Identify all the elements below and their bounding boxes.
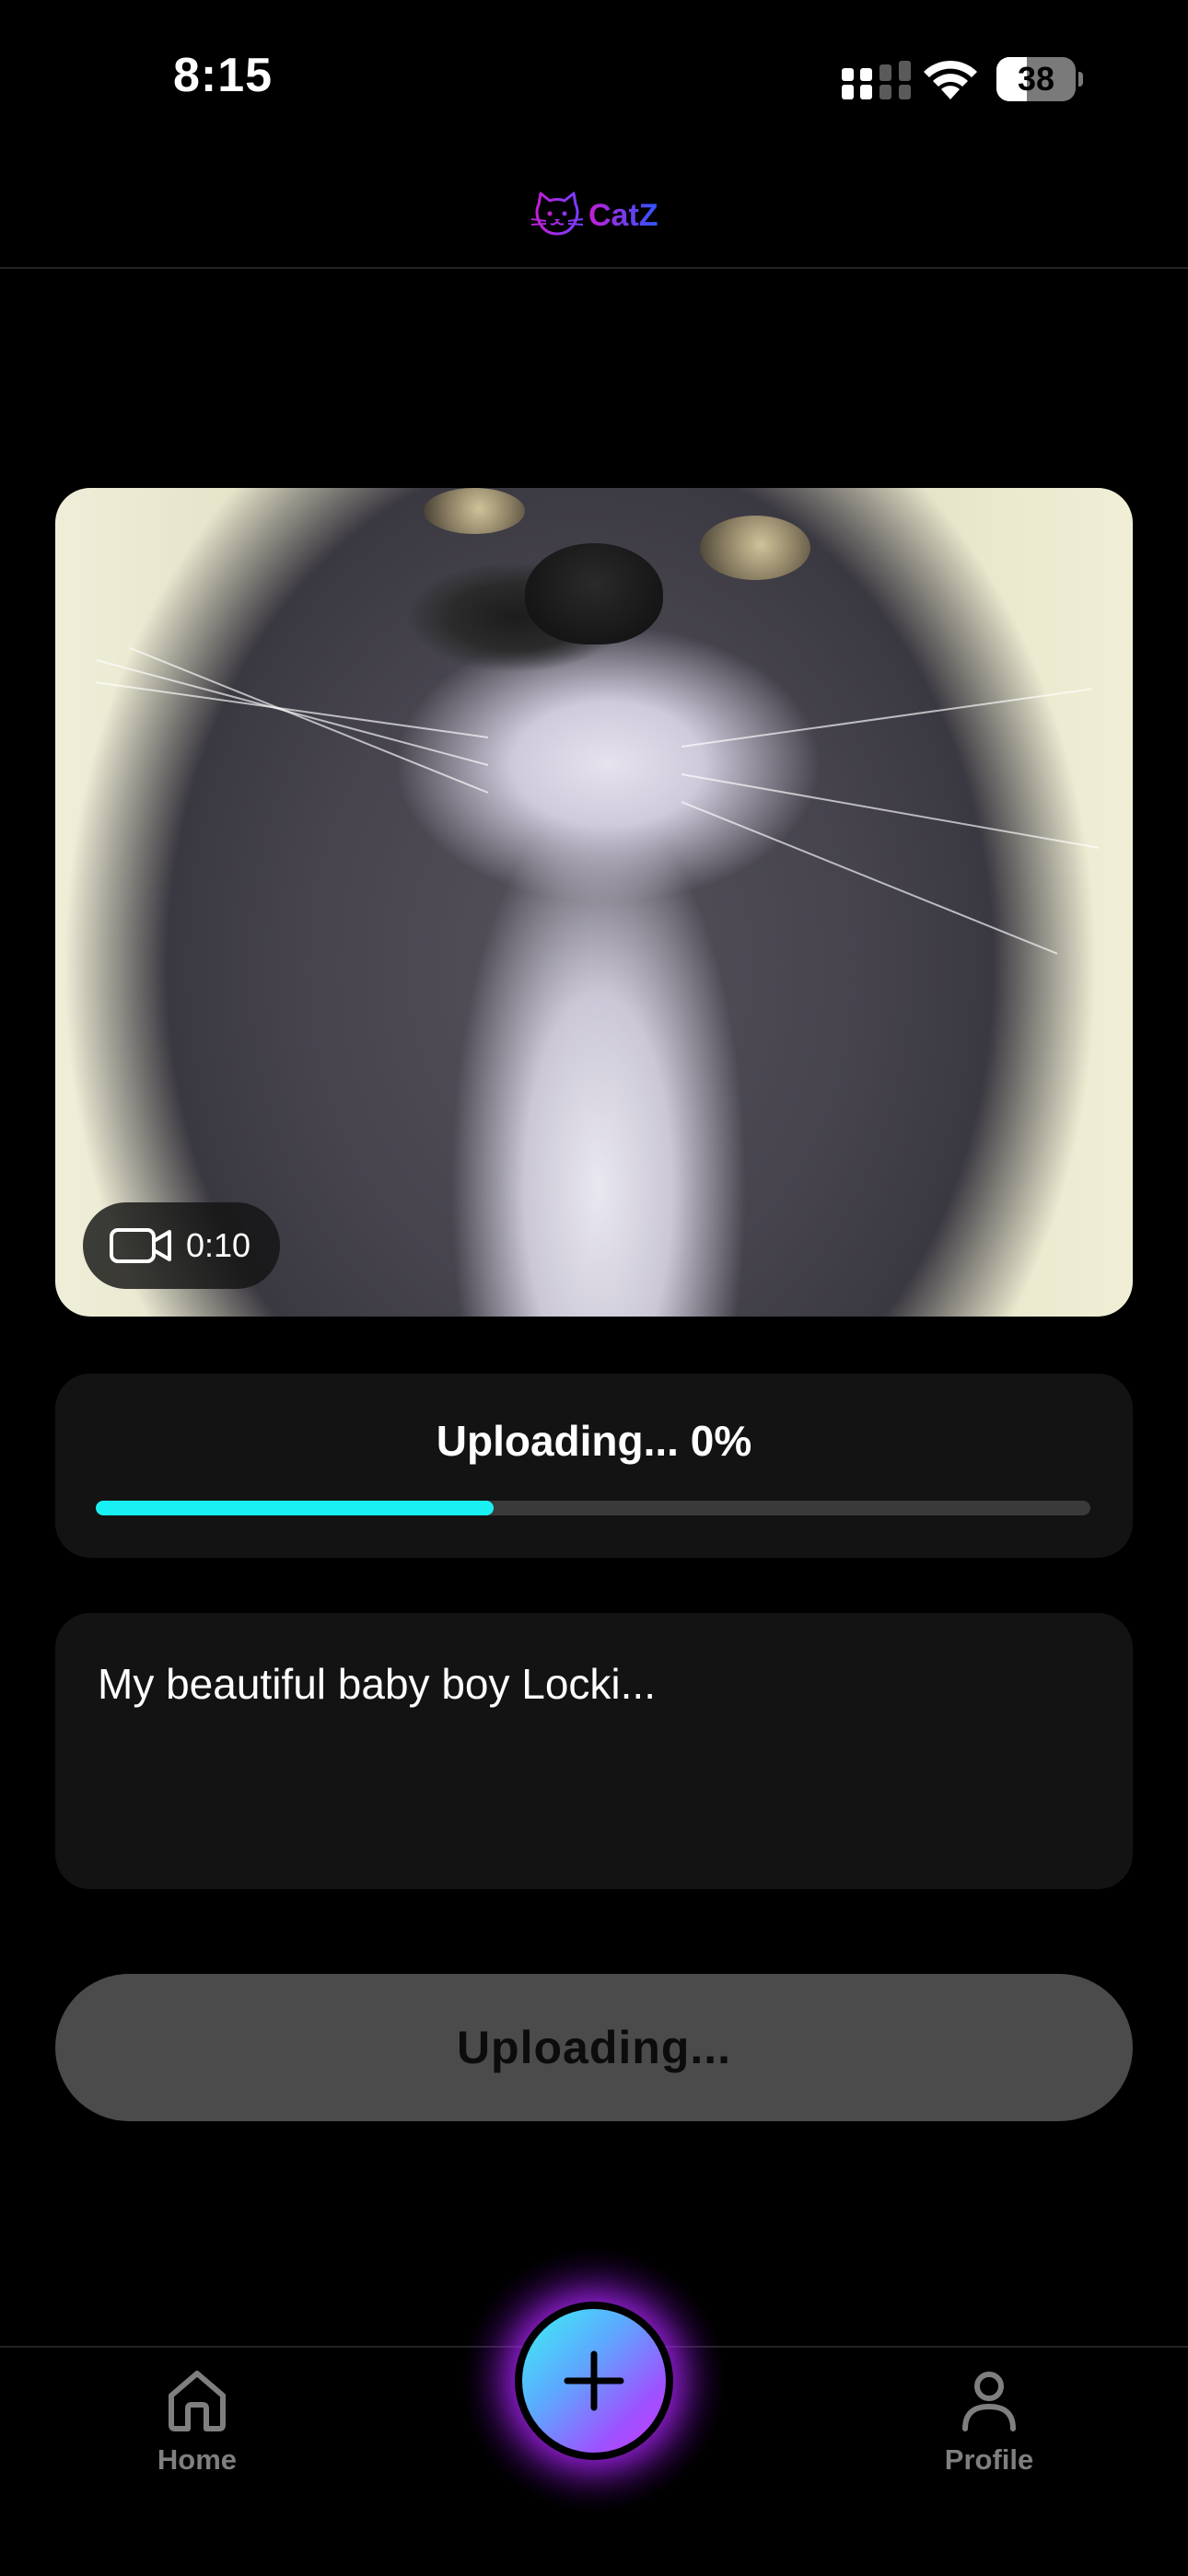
upload-progress-fill	[96, 1501, 494, 1515]
tab-profile-label: Profile	[944, 2443, 1034, 2476]
cat-eye-right	[700, 516, 810, 580]
logo-text: CatZ	[588, 197, 658, 233]
whisker	[681, 688, 1092, 748]
caption-input[interactable]: My beautiful baby boy Locki...	[55, 1613, 1133, 1889]
profile-icon	[962, 2372, 1016, 2431]
video-camera-icon	[110, 1228, 171, 1263]
plus-icon	[564, 2350, 624, 2411]
video-duration: 0:10	[186, 1226, 251, 1264]
upload-button-label: Uploading...	[456, 2022, 732, 2073]
status-bar: 8:15 38	[0, 0, 1188, 157]
app-header: CatZ	[0, 157, 1188, 269]
whisker	[681, 801, 1058, 955]
battery-level: 38	[1017, 60, 1055, 98]
upload-progress-card: Uploading... 0%	[55, 1374, 1133, 1558]
add-post-button[interactable]	[515, 2302, 673, 2460]
upload-progress-bar	[96, 1501, 1090, 1515]
battery-nub	[1078, 72, 1083, 87]
tab-profile[interactable]: Profile	[897, 2366, 1081, 2504]
tab-home-label: Home	[157, 2443, 238, 2476]
battery-icon: 38	[996, 57, 1083, 101]
battery-body: 38	[996, 57, 1076, 101]
whisker	[129, 646, 489, 794]
status-time: 8:15	[173, 49, 274, 102]
video-duration-badge: 0:10	[83, 1202, 281, 1289]
cat-nose	[525, 543, 663, 644]
upload-progress-label: Uploading... 0%	[436, 1417, 752, 1465]
whisker	[681, 773, 1100, 849]
tab-home[interactable]: Home	[105, 2366, 289, 2504]
wifi-icon	[924, 60, 977, 99]
upload-button[interactable]: Uploading...	[55, 1974, 1133, 2121]
cat-eye-left	[424, 488, 525, 534]
caption-text: My beautiful baby boy Locki...	[98, 1660, 656, 1708]
home-icon	[169, 2371, 226, 2431]
signal-icon	[842, 61, 911, 99]
app-logo: CatZ	[530, 188, 658, 243]
add-post-button-inner	[522, 2309, 666, 2453]
cat-face-icon	[530, 191, 584, 236]
video-preview[interactable]: 0:10	[55, 488, 1133, 1317]
whisker	[96, 681, 489, 738]
